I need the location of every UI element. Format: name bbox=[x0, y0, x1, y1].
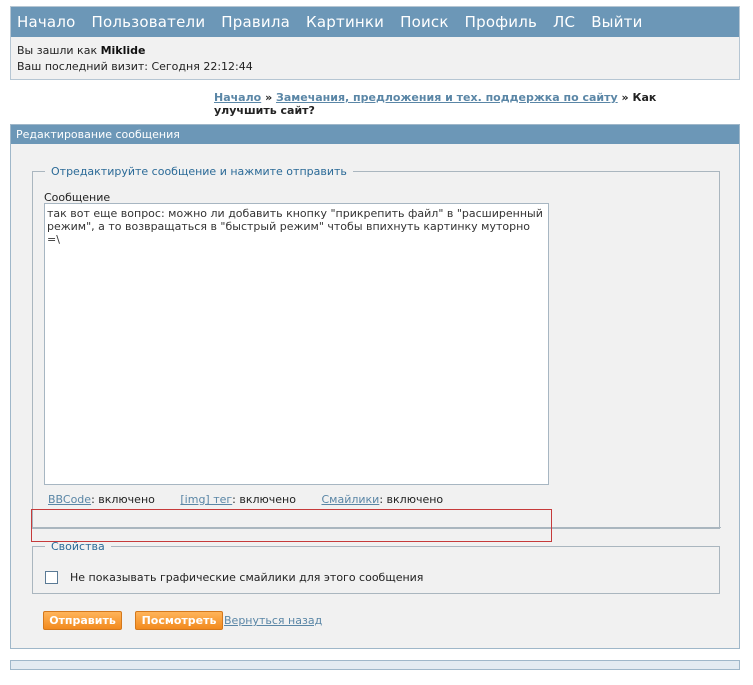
nav-item-pictures[interactable]: Картинки bbox=[306, 13, 384, 31]
bbcode-link[interactable]: BBCode bbox=[48, 493, 91, 506]
username: Miklide bbox=[100, 44, 146, 57]
nav-item-search[interactable]: Поиск bbox=[400, 13, 449, 31]
smilies-value: : включено bbox=[379, 493, 444, 506]
hide-smilies-checkbox[interactable] bbox=[45, 571, 58, 584]
logged-in-prefix: Вы зашли как bbox=[17, 44, 98, 57]
nav-item-rules[interactable]: Правила bbox=[221, 13, 290, 31]
format-status-row: BBCode: включено [img] тег: включено Сма… bbox=[48, 493, 465, 506]
breadcrumb-separator: » bbox=[265, 91, 273, 104]
nav-item-logout[interactable]: Выйти bbox=[591, 13, 642, 31]
smilies-link[interactable]: Смайлики bbox=[321, 493, 379, 506]
nav-item-pm[interactable]: ЛС bbox=[553, 13, 575, 31]
logged-in-line: Вы зашли как Miklide bbox=[17, 43, 739, 59]
highlight-annotation-box bbox=[31, 509, 552, 542]
img-tag-status: [img] тег: включено bbox=[180, 493, 296, 506]
breadcrumb-separator: » bbox=[621, 91, 629, 104]
bbcode-status: BBCode: включено bbox=[48, 493, 155, 506]
footer-bar bbox=[10, 660, 740, 670]
properties-fieldset: Свойства Не показывать графические смайл… bbox=[32, 540, 720, 594]
nav-item-home[interactable]: Начало bbox=[17, 13, 76, 31]
panel-title: Редактирование сообщения bbox=[11, 125, 739, 144]
nav-item-users[interactable]: Пользователи bbox=[92, 13, 206, 31]
send-button[interactable]: Отправить bbox=[43, 611, 122, 630]
top-panel: Начало Пользователи Правила Картинки Пои… bbox=[10, 6, 740, 80]
img-tag-link[interactable]: [img] тег bbox=[180, 493, 232, 506]
edit-post-panel: Редактирование сообщения Отредактируйте … bbox=[10, 124, 740, 649]
message-textarea[interactable]: так вот еще вопрос: можно ли добавить кн… bbox=[44, 203, 549, 485]
bbcode-value: : включено bbox=[91, 493, 155, 506]
welcome-box: Вы зашли как Miklide Ваш последний визит… bbox=[11, 37, 739, 75]
hide-smilies-label: Не показывать графические смайлики для э… bbox=[70, 571, 424, 584]
main-nav: Начало Пользователи Правила Картинки Пои… bbox=[11, 7, 739, 37]
img-tag-value: : включено bbox=[232, 493, 296, 506]
properties-legend: Свойства bbox=[51, 540, 105, 553]
go-back-link[interactable]: Вернуться назад bbox=[224, 614, 322, 627]
nav-item-profile[interactable]: Профиль bbox=[465, 13, 537, 31]
edit-legend: Отредактируйте сообщение и нажмите отпра… bbox=[51, 165, 347, 178]
preview-button[interactable]: Посмотреть bbox=[135, 611, 223, 630]
breadcrumb-forum-link[interactable]: Замечания, предложения и тех. поддержка … bbox=[276, 91, 618, 104]
breadcrumb: Начало » Замечания, предложения и тех. п… bbox=[214, 91, 694, 117]
last-visit: Ваш последний визит: Сегодня 22:12:44 bbox=[17, 60, 253, 73]
smilies-status: Смайлики: включено bbox=[321, 493, 443, 506]
breadcrumb-home-link[interactable]: Начало bbox=[214, 91, 261, 104]
hide-smilies-option: Не показывать графические смайлики для э… bbox=[45, 571, 423, 584]
